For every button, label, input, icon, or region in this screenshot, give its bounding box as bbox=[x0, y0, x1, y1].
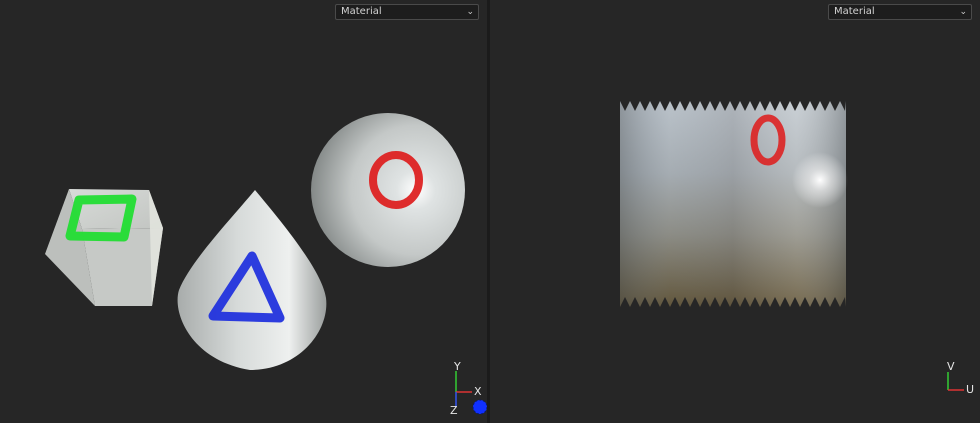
viewport-3d[interactable]: Y X Z Material ⌄ bbox=[0, 0, 487, 423]
shading-mode-dropdown-left[interactable]: Material ⌄ bbox=[335, 4, 479, 20]
uv-view bbox=[620, 96, 964, 391]
chevron-down-icon: ⌄ bbox=[959, 7, 967, 17]
axis-u-label: U bbox=[966, 383, 975, 396]
chevron-down-icon: ⌄ bbox=[466, 7, 474, 17]
viewport-uv[interactable]: V U Material ⌄ bbox=[490, 0, 980, 423]
cube-mesh bbox=[45, 189, 163, 306]
gizmo-handle[interactable] bbox=[472, 399, 487, 415]
axis-z-label: Z bbox=[450, 404, 458, 417]
scene-3d bbox=[45, 113, 487, 415]
cone-mesh bbox=[177, 190, 327, 370]
axis-gizmo-3d bbox=[455, 371, 487, 415]
axis-y-label: Y bbox=[454, 360, 461, 373]
uv-texture-plane bbox=[620, 96, 848, 312]
axis-gizmo-uv bbox=[947, 372, 964, 391]
sphere-mesh bbox=[311, 113, 465, 267]
axis-x-label: X bbox=[474, 385, 482, 398]
dropdown-value: Material bbox=[834, 6, 875, 17]
shading-mode-dropdown-right[interactable]: Material ⌄ bbox=[828, 4, 972, 20]
dropdown-value: Material bbox=[341, 6, 382, 17]
axis-v-label: V bbox=[947, 360, 955, 373]
